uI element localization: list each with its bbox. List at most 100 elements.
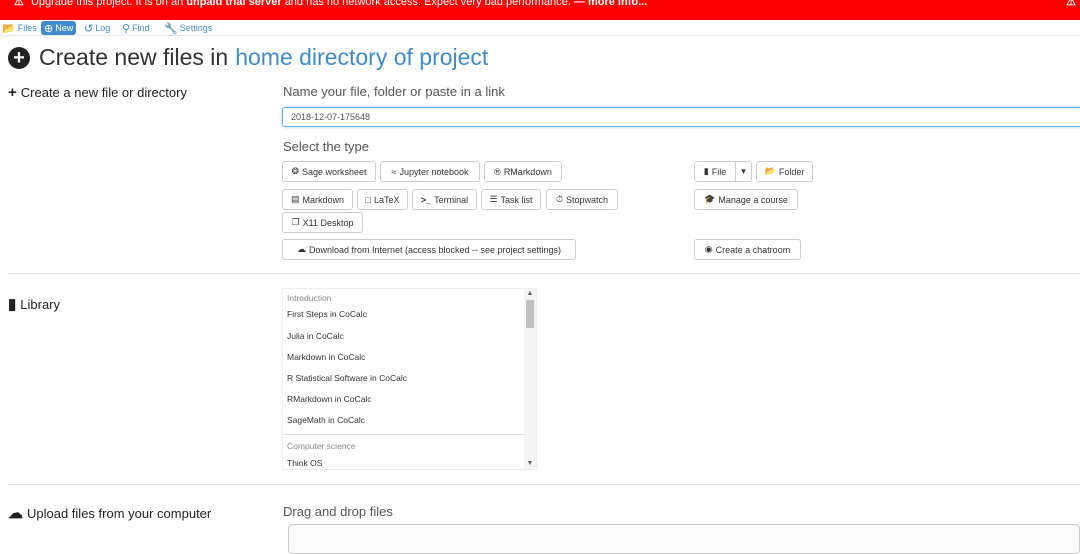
- nav-files[interactable]: 📂 Files: [2, 21, 37, 35]
- comment-icon: ◉: [704, 244, 713, 254]
- download-from-internet-button[interactable]: ☁ Download from Internet (access blocked…: [282, 239, 576, 260]
- upload-section-title: ☁ Upload files from your computer: [8, 504, 211, 522]
- markdown-icon: ▤: [290, 194, 300, 204]
- book-icon: ▮: [8, 296, 17, 313]
- nav-settings-label: Settings: [179, 23, 213, 33]
- library-item[interactable]: Julia in CoCalc: [287, 331, 344, 341]
- sage-icon: ❂: [291, 166, 299, 176]
- manage-course-label: Manage a course: [718, 194, 788, 205]
- latex-button[interactable]: □ LaTeX: [357, 189, 408, 210]
- banner-text-start: Upgrade this project. It is on an: [30, 0, 184, 8]
- library-item[interactable]: Think OS: [287, 458, 322, 468]
- window-icon: ❐: [291, 217, 300, 227]
- upload-section-title-text: Upload files from your computer: [27, 505, 212, 521]
- sage-worksheet-label: Sage worksheet: [302, 166, 367, 177]
- file-label: File: [711, 166, 727, 177]
- folder-label: Folder: [778, 166, 805, 177]
- task-list-label: Task list: [500, 194, 533, 205]
- filename-input[interactable]: [282, 107, 1080, 127]
- download-from-internet-label: Download from Internet (access blocked -…: [308, 244, 562, 255]
- sage-worksheet-button[interactable]: ❂ Sage worksheet: [282, 161, 376, 182]
- nav-new[interactable]: ⊕ New: [41, 21, 77, 35]
- cloud-upload-icon: ☁: [8, 505, 23, 522]
- terminal-label: Terminal: [434, 194, 469, 205]
- file-dropdown-toggle[interactable]: ▾: [735, 161, 752, 182]
- nav-log[interactable]: ↺ Log: [84, 21, 110, 35]
- page-title-text: Create new files in: [39, 44, 229, 70]
- create-chatroom-label: Create a chatroom: [715, 244, 791, 255]
- jupyter-notebook-label: Jupyter notebook: [399, 166, 469, 177]
- nav-new-label: New: [55, 23, 74, 33]
- plus-icon: +: [8, 84, 17, 101]
- markdown-button[interactable]: ▤ Markdown: [282, 189, 353, 210]
- folder-open-icon: 📂: [2, 22, 16, 35]
- latex-label: LaTeX: [373, 194, 400, 205]
- more-info-link[interactable]: — more info...: [574, 0, 647, 8]
- stopwatch-icon: ⏱: [555, 194, 563, 204]
- section-divider: [8, 273, 1080, 274]
- home-directory-link[interactable]: home directory of project: [235, 44, 488, 71]
- project-nav: 📂 Files ⊕ New ↺ Log ⚲ Find 🔧 Settings: [0, 20, 1080, 36]
- list-icon: ☰: [489, 194, 498, 204]
- nav-find-label: Find: [132, 23, 150, 33]
- manage-course-button[interactable]: 🎓 Manage a course: [694, 189, 798, 210]
- page-title: + Create new files in home directory of …: [8, 44, 488, 71]
- file-button[interactable]: ▮ File: [694, 161, 736, 182]
- jupyter-notebook-button[interactable]: ≈ Jupyter notebook: [380, 161, 480, 182]
- nav-log-label: Log: [95, 23, 111, 33]
- type-label: Select the type: [283, 139, 369, 154]
- nav-find[interactable]: ⚲ Find: [122, 21, 150, 35]
- plus-circle-icon: ⊕: [44, 22, 54, 35]
- library-item[interactable]: Markdown in CoCalc: [287, 352, 365, 362]
- banner-text-end: and has no network access. Expect very b…: [284, 0, 571, 8]
- library-scrollbar[interactable]: ▲ ▼: [524, 289, 536, 469]
- wrench-icon: 🔧: [164, 22, 178, 35]
- scroll-thumb[interactable]: [526, 300, 534, 328]
- stopwatch-label: Stopwatch: [566, 194, 609, 205]
- terminal-icon: >_: [420, 194, 432, 205]
- create-section-title: + Create a new file or directory: [8, 84, 187, 101]
- graduation-cap-icon: 🎓: [704, 194, 716, 204]
- warning-icon-right: ⚠: [1066, 0, 1076, 8]
- name-label: Name your file, folder or paste in a lin…: [283, 84, 505, 99]
- library-category-introduction: Introduction: [287, 293, 332, 303]
- search-icon: ⚲: [122, 22, 131, 35]
- library-section-title-text: Library: [20, 296, 61, 312]
- markdown-label: Markdown: [302, 194, 345, 205]
- library-list[interactable]: Introduction First Steps in CoCalc Julia…: [282, 288, 537, 470]
- rmarkdown-button[interactable]: ® RMarkdown: [484, 161, 562, 182]
- library-item[interactable]: SageMath in CoCalc: [287, 415, 365, 425]
- caret-down-icon: ▾: [741, 166, 746, 176]
- nav-files-label: Files: [17, 23, 37, 33]
- scroll-up-icon[interactable]: ▲: [524, 289, 536, 299]
- x11-desktop-label: X11 Desktop: [302, 217, 354, 228]
- stopwatch-button[interactable]: ⏱ Stopwatch: [546, 189, 618, 210]
- scroll-down-icon[interactable]: ▼: [524, 459, 536, 469]
- library-item[interactable]: RMarkdown in CoCalc: [287, 394, 372, 404]
- x11-desktop-button[interactable]: ❐ X11 Desktop: [282, 212, 363, 233]
- rmarkdown-label: RMarkdown: [503, 166, 552, 177]
- banner-text-bold: unpaid trial server: [186, 0, 282, 8]
- trial-warning-banner: ⚠ Upgrade this project. It is on an unpa…: [0, 0, 1080, 20]
- document-icon: □: [365, 194, 371, 205]
- plus-circle-icon: +: [8, 46, 30, 69]
- task-list-button[interactable]: ☰ Task list: [481, 189, 541, 210]
- file-dropzone[interactable]: [288, 524, 1080, 554]
- library-category-computer-science: Computer science: [287, 441, 356, 451]
- create-section-title-text: Create a new file or directory: [20, 85, 187, 100]
- library-separator: [283, 434, 525, 435]
- section-divider: [8, 484, 1080, 485]
- jupyter-icon: ≈: [391, 166, 397, 177]
- r-icon: ®: [494, 166, 501, 177]
- folder-button[interactable]: 📂 Folder: [756, 161, 813, 182]
- library-section-title: ▮ Library: [8, 295, 60, 313]
- warning-icon: ⚠: [14, 0, 24, 8]
- folder-open-icon: 📂: [764, 166, 776, 176]
- library-item[interactable]: First Steps in CoCalc: [287, 309, 367, 319]
- create-chatroom-button[interactable]: ◉ Create a chatroom: [694, 239, 801, 260]
- nav-settings[interactable]: 🔧 Settings: [164, 21, 212, 35]
- library-item[interactable]: R Statistical Software in CoCalc: [287, 373, 407, 383]
- history-icon: ↺: [84, 22, 94, 35]
- file-icon: ▮: [703, 166, 709, 176]
- terminal-button[interactable]: >_ Terminal: [412, 189, 477, 210]
